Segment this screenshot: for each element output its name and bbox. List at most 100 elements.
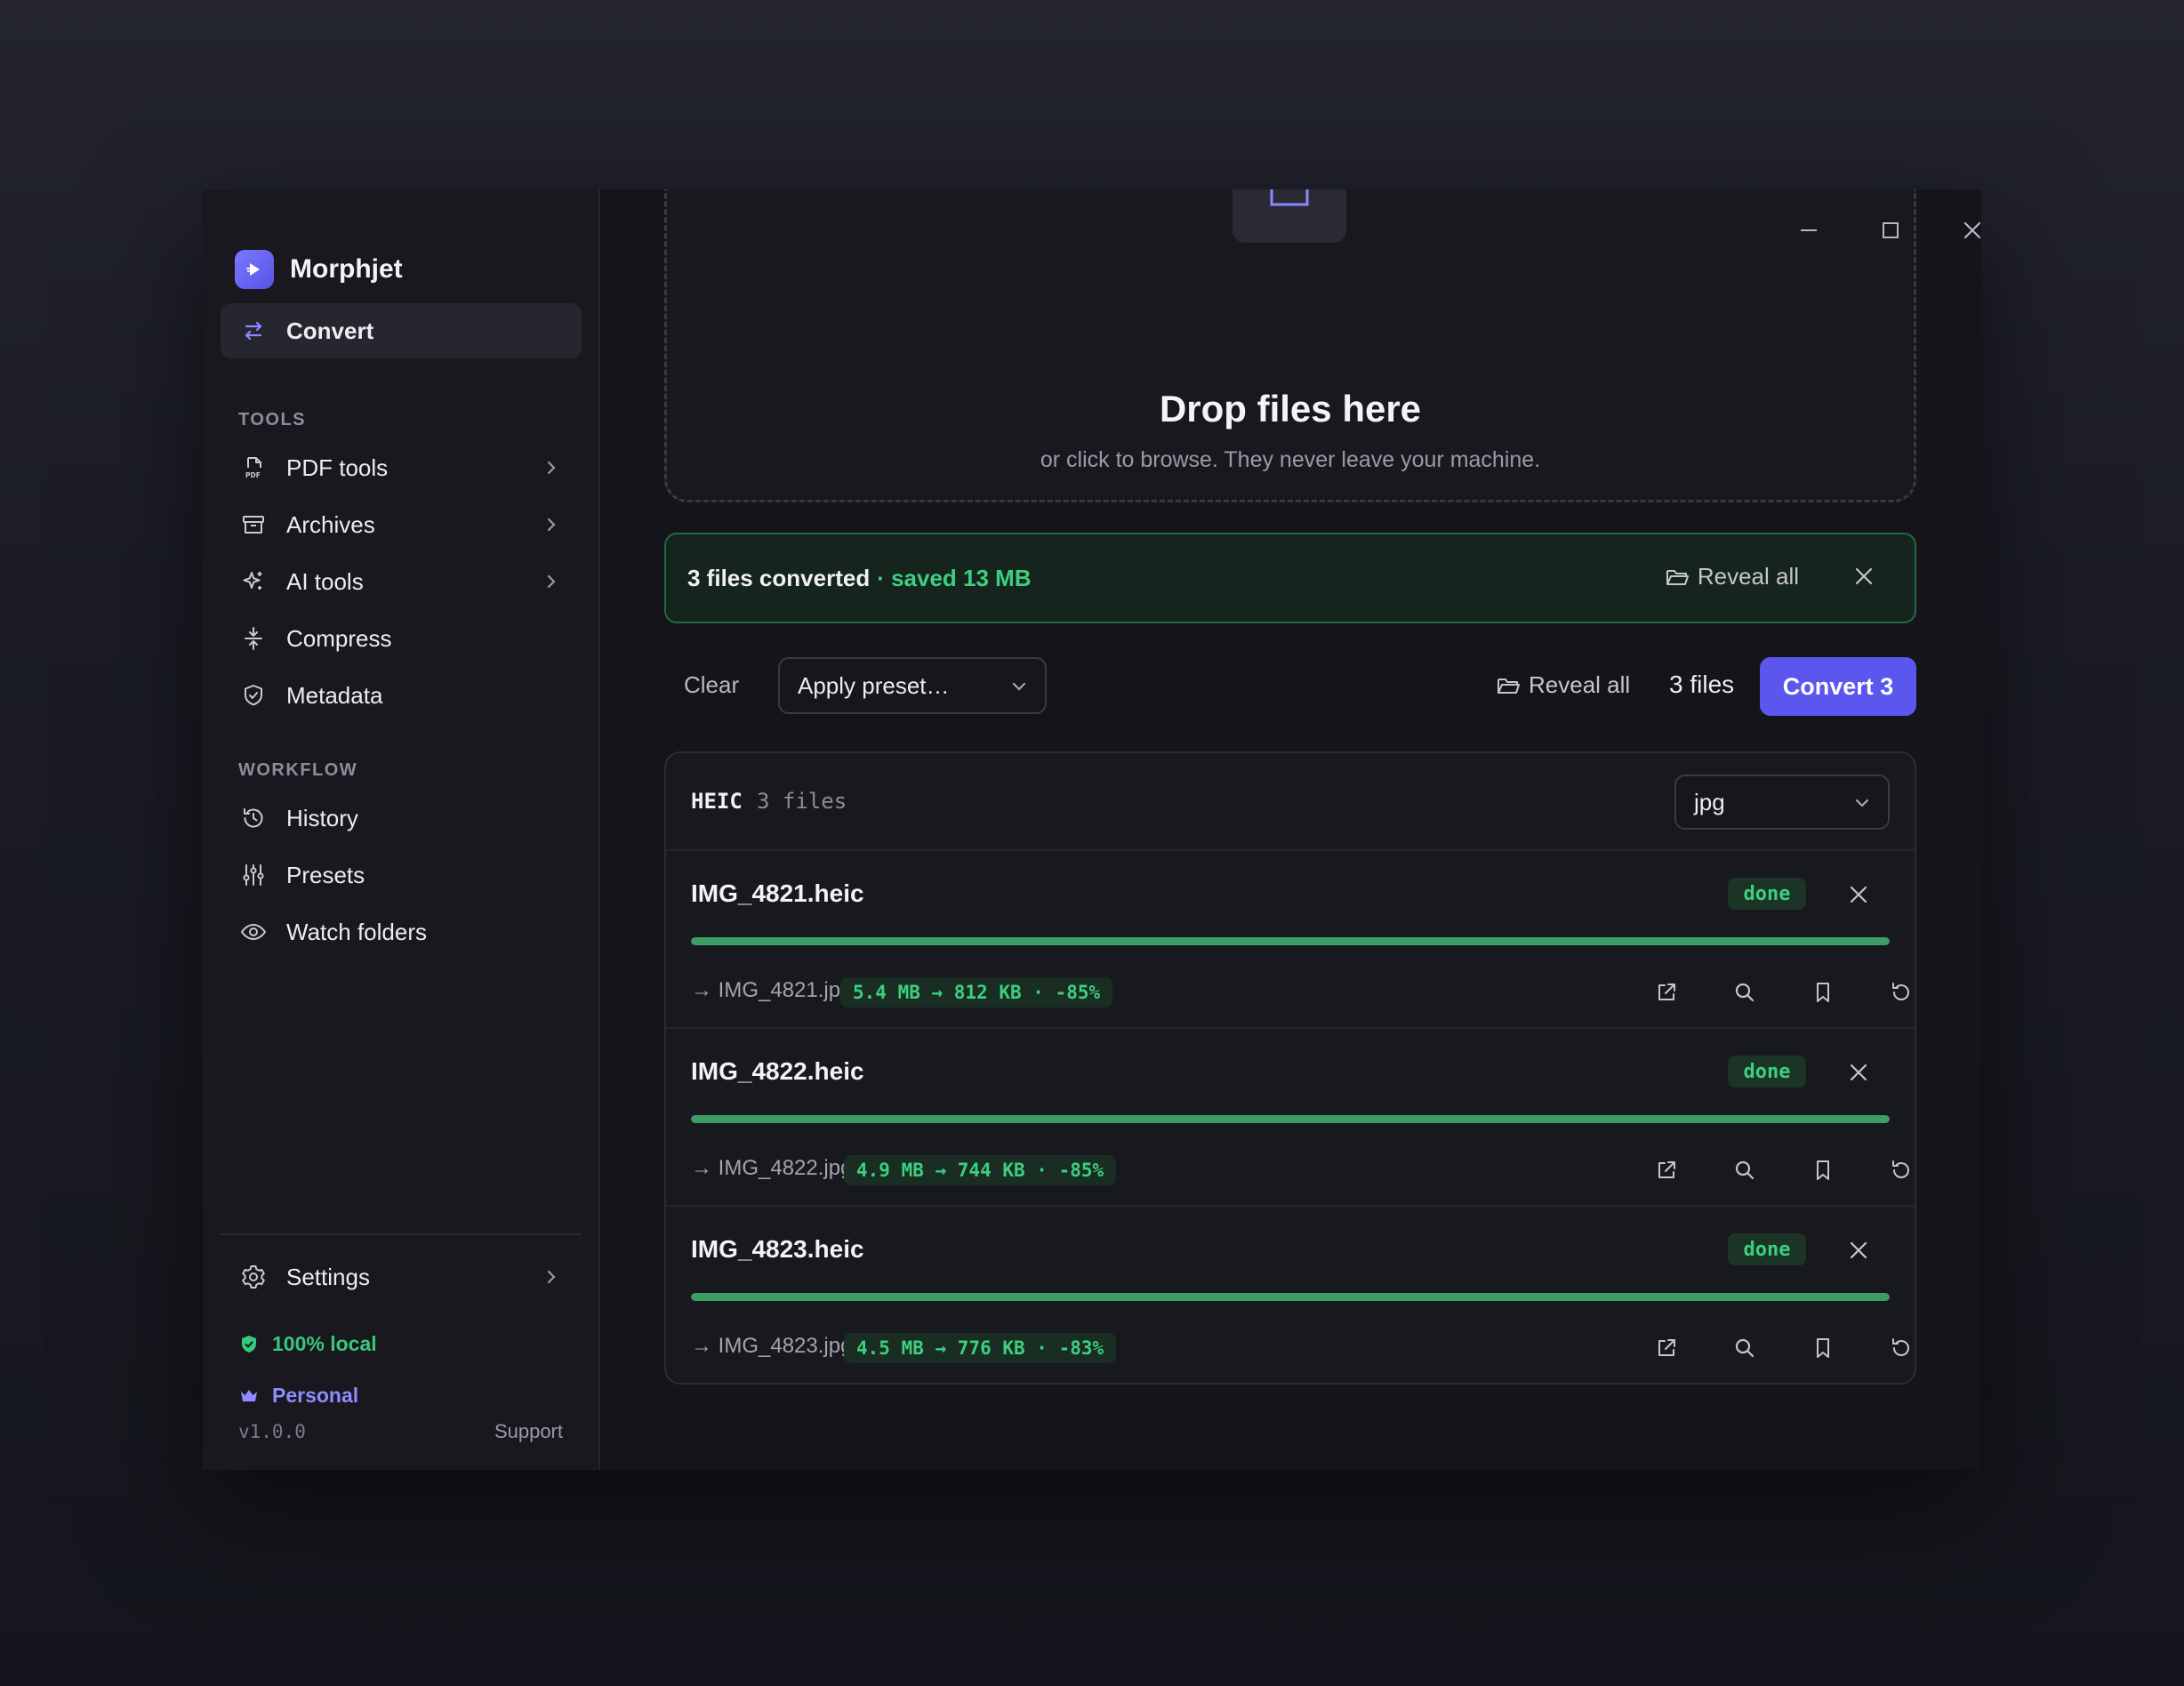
banner-reveal-all-button[interactable]: Reveal all: [1664, 563, 1799, 590]
convert-button[interactable]: Convert 3: [1760, 657, 1916, 716]
sidebar-item-label: Convert: [286, 317, 374, 344]
sidebar-item-watch-folders[interactable]: Watch folders: [221, 904, 582, 959]
app-version: v1.0.0: [238, 1421, 306, 1442]
undo-icon[interactable]: [1888, 1335, 1915, 1361]
bookmark-icon[interactable]: [1810, 979, 1836, 1006]
swap-arrows-icon: [238, 316, 269, 346]
progress-fill: [691, 937, 1890, 945]
reveal-all-button[interactable]: Reveal all: [1495, 671, 1630, 699]
close-icon[interactable]: [1852, 565, 1879, 591]
banner-text: 3 files converted: [687, 564, 871, 591]
open-external-icon[interactable]: [1653, 1335, 1680, 1361]
app-window: Morphjet Convert TOOLS PDF PDF tools Arc…: [203, 189, 1981, 1470]
status-badge: done: [1728, 1233, 1806, 1265]
minimize-button[interactable]: [1786, 207, 1832, 253]
chevron-down-icon: [1009, 677, 1029, 696]
sidebar-item-convert[interactable]: Convert: [221, 303, 582, 358]
sidebar-item-label: History: [286, 804, 358, 831]
chevron-right-icon: [541, 514, 562, 535]
plan-label: Personal: [272, 1384, 359, 1407]
progress-bar: [691, 1115, 1890, 1123]
group-type: HEIC: [691, 789, 743, 814]
close-window-button[interactable]: [1949, 207, 1981, 253]
sidebar-item-label: Compress: [286, 624, 392, 652]
plan-badge[interactable]: Personal: [238, 1384, 358, 1408]
chevron-right-icon: [541, 1266, 562, 1288]
search-icon[interactable]: [1731, 979, 1758, 1006]
remove-file-icon[interactable]: [1847, 883, 1870, 906]
sidebar-item-metadata[interactable]: Metadata: [221, 668, 582, 723]
output-file-name: → IMG_4822.jpg: [691, 1156, 853, 1180]
sidebar-item-label: Watch folders: [286, 918, 427, 945]
preset-select-value: Apply preset…: [798, 671, 950, 699]
sidebar-item-settings[interactable]: Settings: [221, 1249, 582, 1305]
sidebar-item-ai-tools[interactable]: AI tools: [221, 554, 582, 609]
size-reduction-chip: 4.5 MB → 776 KB · -83%: [844, 1333, 1117, 1363]
shield-check-icon: [238, 680, 269, 711]
search-icon[interactable]: [1731, 1335, 1758, 1361]
banner-saved: · saved 13 MB: [877, 564, 1032, 591]
size-reduction-chip: 5.4 MB → 812 KB · -85%: [840, 977, 1113, 1008]
reveal-all-label: Reveal all: [1529, 671, 1631, 698]
chevron-right-icon: [541, 571, 562, 592]
bookmark-icon[interactable]: [1810, 1335, 1836, 1361]
folder-open-icon: [1495, 672, 1522, 699]
open-external-icon[interactable]: [1653, 979, 1680, 1006]
sidebar-item-pdf-tools[interactable]: PDF PDF tools: [221, 440, 582, 495]
upload-icon: [1233, 189, 1346, 243]
sidebar-item-archives[interactable]: Archives: [221, 497, 582, 552]
sliders-icon: [238, 860, 269, 890]
main-panel: Drop files here or click to browse. They…: [600, 189, 1981, 1470]
undo-icon[interactable]: [1888, 1157, 1915, 1184]
remove-file-icon[interactable]: [1847, 1239, 1870, 1262]
crown-icon: [238, 1385, 261, 1408]
support-link[interactable]: Support: [494, 1420, 563, 1443]
workflow-section-label: WORKFLOW: [238, 760, 358, 780]
sidebar-item-presets[interactable]: Presets: [221, 847, 582, 903]
file-row: IMG_4822.heic done → IMG_4822.jpg 4.9 MB…: [666, 1029, 1915, 1207]
banner-reveal-label: Reveal all: [1697, 563, 1799, 590]
file-toolbar: Clear Apply preset… Reveal all 3 files C…: [664, 657, 1916, 716]
output-file-name: → IMG_4823.jpg: [691, 1334, 853, 1358]
search-icon[interactable]: [1731, 1157, 1758, 1184]
folder-open-icon: [1664, 564, 1690, 590]
output-format-value: jpg: [1694, 788, 1725, 815]
pdf-file-icon: PDF: [238, 453, 269, 483]
preset-select[interactable]: Apply preset…: [778, 657, 1047, 714]
chevron-down-icon: [1852, 793, 1872, 813]
file-group-header: HEIC 3 files jpg: [666, 753, 1915, 851]
open-external-icon[interactable]: [1653, 1157, 1680, 1184]
chevron-right-icon: [541, 457, 562, 478]
sidebar-item-label: Archives: [286, 510, 375, 538]
local-status-label: 100% local: [272, 1332, 377, 1355]
history-icon: [238, 803, 269, 833]
eye-icon: [238, 917, 269, 947]
status-badge: done: [1728, 878, 1806, 910]
bookmark-icon[interactable]: [1810, 1157, 1836, 1184]
file-group-card: HEIC 3 files jpg IMG_4821.heic done → IM…: [664, 751, 1916, 1385]
size-reduction-chip: 4.9 MB → 744 KB · -85%: [844, 1155, 1117, 1185]
dropzone[interactable]: Drop files here or click to browse. They…: [664, 189, 1916, 502]
tools-section-label: TOOLS: [238, 410, 307, 430]
file-name: IMG_4821.heic: [691, 879, 864, 907]
undo-icon[interactable]: [1888, 979, 1915, 1006]
conversion-banner: 3 files converted · saved 13 MB Reveal a…: [664, 533, 1916, 623]
sidebar-item-label: PDF tools: [286, 454, 389, 481]
maximize-button[interactable]: [1867, 207, 1914, 253]
clear-button[interactable]: Clear: [684, 671, 739, 699]
sidebar-item-compress[interactable]: Compress: [221, 611, 582, 666]
sidebar: Morphjet Convert TOOLS PDF PDF tools Arc…: [203, 189, 600, 1470]
sidebar-divider: [221, 1233, 582, 1235]
remove-file-icon[interactable]: [1847, 1061, 1870, 1084]
compress-icon: [238, 623, 269, 654]
file-count: 3 files: [1669, 670, 1735, 698]
output-format-select[interactable]: jpg: [1674, 775, 1890, 830]
sidebar-item-label: Settings: [286, 1263, 370, 1290]
output-file-name: → IMG_4821.jpg: [691, 978, 853, 1002]
shield-check-icon: [238, 1333, 261, 1356]
progress-fill: [691, 1293, 1890, 1301]
gear-icon: [238, 1262, 269, 1292]
sidebar-item-history[interactable]: History: [221, 791, 582, 846]
file-name: IMG_4822.heic: [691, 1057, 864, 1085]
app-logo-icon: [235, 250, 274, 289]
